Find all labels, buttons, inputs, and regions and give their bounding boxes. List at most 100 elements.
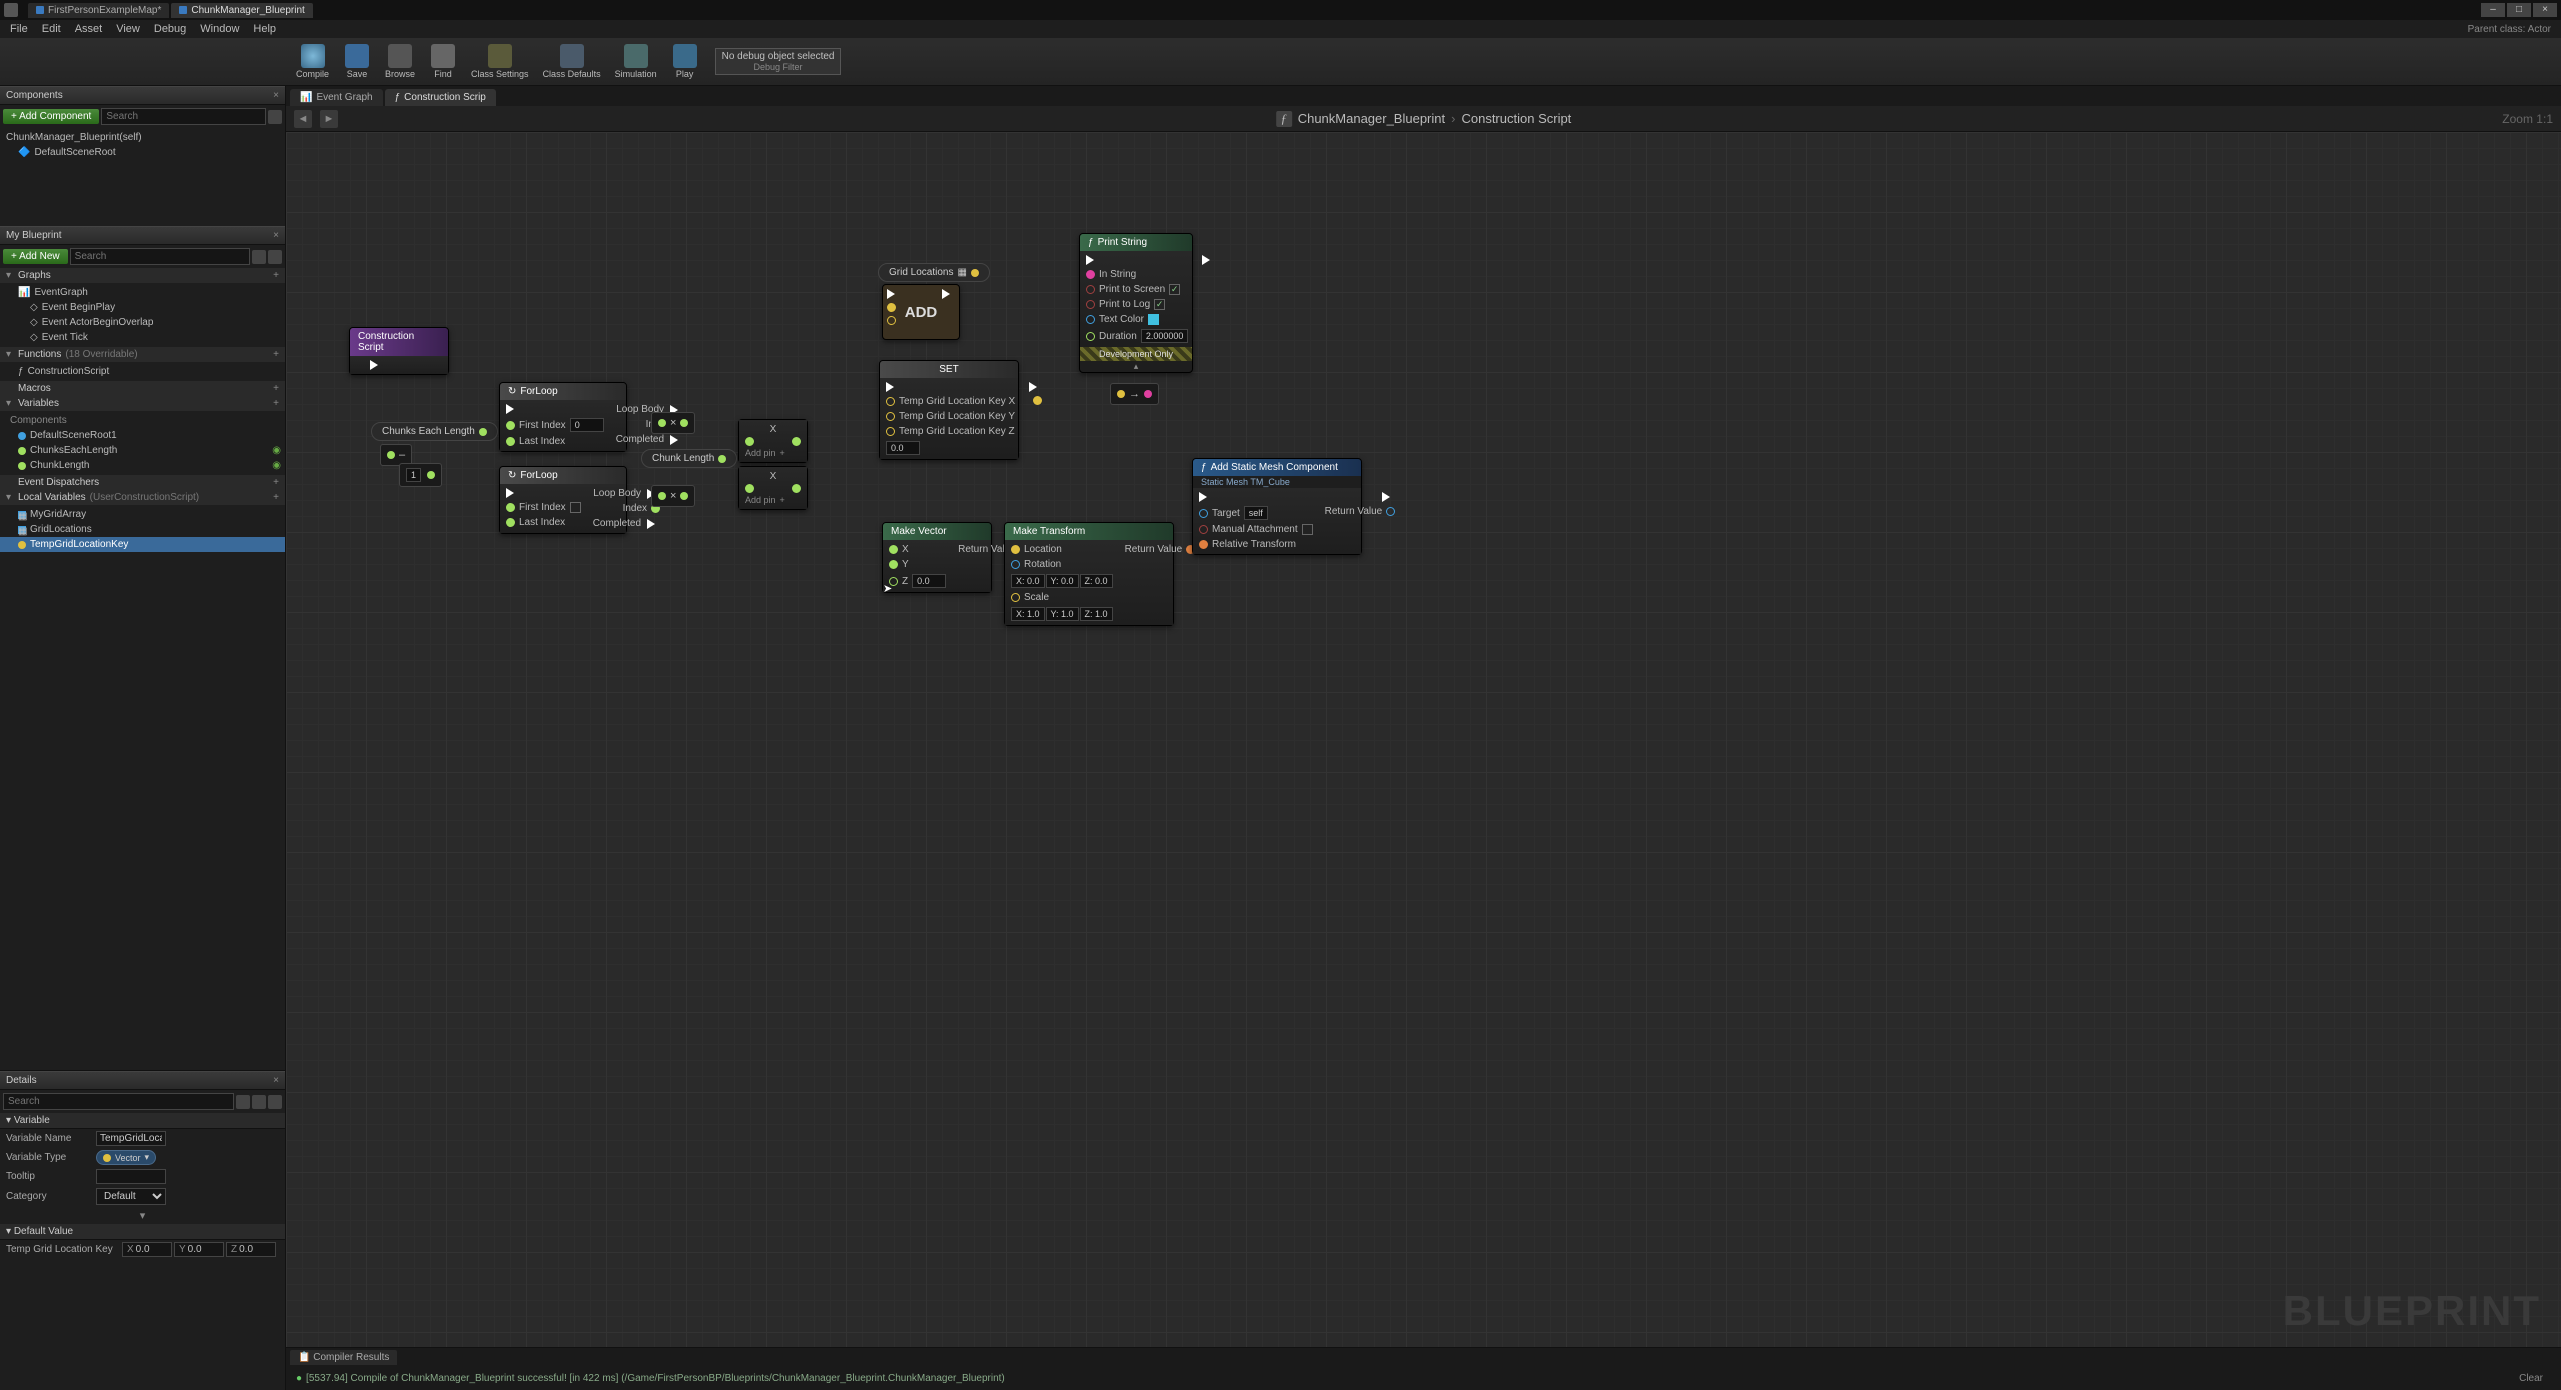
- details-header[interactable]: Details×: [0, 1071, 285, 1090]
- category-macros[interactable]: Macros+: [0, 381, 285, 396]
- browse-button[interactable]: Browse: [379, 42, 421, 81]
- class-defaults-button[interactable]: Class Defaults: [537, 42, 607, 81]
- graph-canvas[interactable]: Construction Script Chunks Each Length C…: [286, 132, 2561, 1347]
- var-chunk-length[interactable]: ChunkLength◉: [0, 458, 285, 473]
- category-graphs[interactable]: ▾Graphs+: [0, 268, 285, 283]
- section-variable[interactable]: ▾ Variable: [0, 1113, 285, 1129]
- default-y-input[interactable]: Y0.0: [174, 1242, 224, 1257]
- close-icon[interactable]: ×: [273, 90, 279, 101]
- window-tab-blueprint[interactable]: ChunkManager_Blueprint: [171, 3, 312, 18]
- components-panel-header[interactable]: Components×: [0, 86, 285, 105]
- category-dispatchers[interactable]: Event Dispatchers+: [0, 475, 285, 490]
- eye-icon[interactable]: ◉: [272, 460, 281, 471]
- plus-icon[interactable]: +: [273, 477, 279, 488]
- node-set[interactable]: SET Temp Grid Location Key X Temp Grid L…: [879, 360, 1019, 460]
- nav-back-button[interactable]: ◄: [294, 110, 312, 128]
- node-array-add[interactable]: ADD: [882, 284, 960, 340]
- default-x-input[interactable]: X0.0: [122, 1242, 172, 1257]
- node-add-static-mesh[interactable]: ƒ Add Static Mesh Component Static Mesh …: [1192, 458, 1362, 555]
- maximize-button[interactable]: □: [2507, 3, 2531, 17]
- plus-icon[interactable]: +: [273, 398, 279, 409]
- close-button[interactable]: ×: [2533, 3, 2557, 17]
- graph-eventgraph[interactable]: 📊 EventGraph: [0, 285, 285, 300]
- menu-asset[interactable]: Asset: [69, 21, 109, 37]
- plus-icon[interactable]: +: [273, 349, 279, 360]
- close-icon[interactable]: ×: [273, 230, 279, 241]
- component-root[interactable]: ChunkManager_Blueprint(self): [0, 130, 285, 145]
- default-z-input[interactable]: Z0.0: [226, 1242, 276, 1257]
- node-print-string[interactable]: ƒ Print String In String Print to Screen…: [1079, 233, 1193, 373]
- search-icon[interactable]: [252, 250, 266, 264]
- local-grid-locations[interactable]: ▦GridLocations: [0, 522, 285, 537]
- clear-button[interactable]: Clear: [2511, 1371, 2551, 1386]
- plus-icon[interactable]: +: [273, 383, 279, 394]
- var-pill-chunk-length[interactable]: Chunk Length: [641, 449, 737, 468]
- class-settings-button[interactable]: Class Settings: [465, 42, 535, 81]
- matrix-icon[interactable]: [252, 1095, 266, 1109]
- breadcrumb[interactable]: ƒ ChunkManager_Blueprint›Construction Sc…: [1276, 111, 1572, 127]
- event-beginplay[interactable]: ◇ Event BeginPlay: [0, 300, 285, 315]
- category-dropdown[interactable]: Default: [96, 1188, 166, 1205]
- blueprint-search-input[interactable]: [70, 248, 250, 265]
- minimize-button[interactable]: –: [2481, 3, 2505, 17]
- save-button[interactable]: Save: [337, 42, 377, 81]
- node-mult-reroute-2[interactable]: ×: [651, 485, 695, 507]
- event-overlap[interactable]: ◇ Event ActorBeginOverlap: [0, 315, 285, 330]
- node-mult-reroute-1[interactable]: ×: [651, 412, 695, 434]
- menu-file[interactable]: File: [4, 21, 34, 37]
- simulation-button[interactable]: Simulation: [609, 42, 663, 81]
- eye-icon[interactable]: [268, 1095, 282, 1109]
- compiler-results-tab[interactable]: 📋 Compiler Results: [290, 1350, 397, 1365]
- search-icon[interactable]: [236, 1095, 250, 1109]
- node-forloop-1[interactable]: ↻ ForLoop First Index 0 Last Index Loop …: [499, 382, 627, 452]
- nav-forward-button[interactable]: ►: [320, 110, 338, 128]
- my-blueprint-header[interactable]: My Blueprint×: [0, 226, 285, 245]
- category-variables[interactable]: ▾Variables+: [0, 396, 285, 411]
- play-button[interactable]: Play: [665, 42, 705, 81]
- local-my-grid-array[interactable]: ▦MyGridArray: [0, 507, 285, 522]
- event-tick[interactable]: ◇ Event Tick: [0, 330, 285, 345]
- node-construction-script[interactable]: Construction Script: [349, 327, 449, 375]
- variable-type-dropdown[interactable]: Vector ▾: [96, 1150, 156, 1165]
- details-search-input[interactable]: [3, 1093, 234, 1110]
- node-make-vector[interactable]: Make Vector X Y Z 0.0 Return Value: [882, 522, 992, 593]
- menu-help[interactable]: Help: [247, 21, 282, 37]
- add-component-button[interactable]: + Add Component: [3, 109, 99, 124]
- menu-window[interactable]: Window: [194, 21, 245, 37]
- node-forloop-2[interactable]: ↻ ForLoop First Index Last Index Loop Bo…: [499, 466, 627, 534]
- tab-event-graph[interactable]: 📊 Event Graph: [290, 89, 383, 106]
- node-vec-to-string[interactable]: →: [1110, 383, 1159, 405]
- node-multiply-1[interactable]: X Add pin +: [738, 419, 808, 463]
- find-button[interactable]: Find: [423, 42, 463, 81]
- debug-object-dropdown[interactable]: No debug object selected Debug Filter: [715, 48, 842, 75]
- subcat-components[interactable]: Components: [0, 413, 285, 428]
- category-locals[interactable]: ▾Local Variables (UserConstructionScript…: [0, 490, 285, 505]
- var-pill-grid-locations[interactable]: Grid Locations ▦: [878, 263, 990, 282]
- variable-name-input[interactable]: [96, 1131, 166, 1146]
- plus-icon[interactable]: +: [273, 270, 279, 281]
- tab-construction-script[interactable]: ƒ Construction Scrip: [385, 89, 496, 106]
- plus-icon[interactable]: +: [273, 492, 279, 503]
- node-make-transform[interactable]: Make Transform Location Rotation X: 0.0Y…: [1004, 522, 1174, 626]
- tooltip-input[interactable]: [96, 1169, 166, 1184]
- menu-debug[interactable]: Debug: [148, 21, 192, 37]
- var-pill-chunks-each-length[interactable]: Chunks Each Length: [371, 422, 498, 441]
- compile-button[interactable]: Compile: [290, 42, 335, 81]
- function-construction[interactable]: ƒ ConstructionScript: [0, 364, 285, 379]
- add-new-button[interactable]: + Add New: [3, 249, 68, 264]
- local-temp-grid-key[interactable]: TempGridLocationKey: [0, 537, 285, 552]
- node-literal-one[interactable]: 1: [399, 463, 442, 487]
- components-search-input[interactable]: [101, 108, 266, 125]
- menu-edit[interactable]: Edit: [36, 21, 67, 37]
- menu-view[interactable]: View: [110, 21, 146, 37]
- section-default[interactable]: ▾ Default Value: [0, 1224, 285, 1240]
- close-icon[interactable]: ×: [273, 1075, 279, 1086]
- var-scene-root[interactable]: DefaultSceneRoot1: [0, 428, 285, 443]
- search-icon[interactable]: [268, 110, 282, 124]
- var-chunks-each-length[interactable]: ChunksEachLength◉: [0, 443, 285, 458]
- category-functions[interactable]: ▾Functions (18 Overridable)+: [0, 347, 285, 362]
- filter-icon[interactable]: [268, 250, 282, 264]
- expand-icon[interactable]: ▾: [0, 1207, 285, 1224]
- eye-icon[interactable]: ◉: [272, 445, 281, 456]
- component-scene-root[interactable]: 🔷 DefaultSceneRoot: [0, 145, 285, 160]
